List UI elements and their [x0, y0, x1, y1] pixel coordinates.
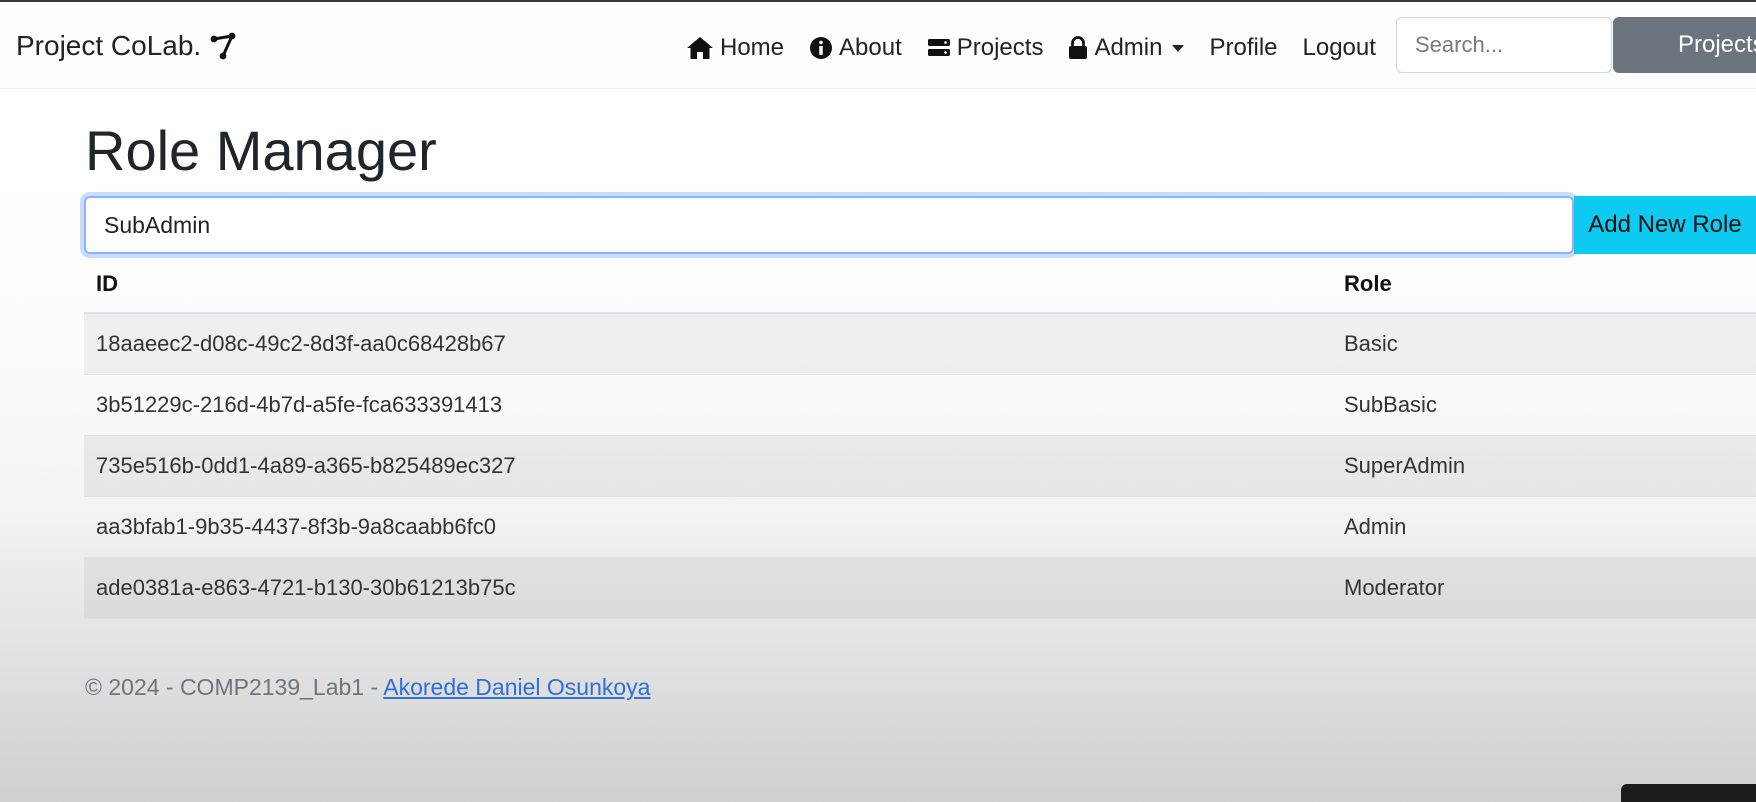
role-name-cell: SubBasic — [1332, 374, 1756, 436]
role-id-cell: ade0381a-e863-4721-b130-30b61213b75c — [84, 557, 1332, 619]
nav-item-admin-label: Admin — [1094, 34, 1163, 61]
table-row: aa3bfab1-9b35-4437-8f3b-9a8caabb6fc0 Adm… — [84, 496, 1756, 558]
nav-item-about[interactable]: About — [809, 34, 902, 62]
nav-item-logout[interactable]: Logout — [1303, 34, 1376, 62]
footer-divider — [0, 666, 1756, 667]
nav-item-about-label: About — [839, 34, 902, 61]
search-input[interactable] — [1396, 17, 1612, 73]
page-title: Role Manager — [85, 119, 437, 182]
role-id-cell: aa3bfab1-9b35-4437-8f3b-9a8caabb6fc0 — [84, 496, 1332, 558]
table-row: 3b51229c-216d-4b7d-a5fe-fca633391413 Sub… — [84, 374, 1756, 436]
role-name-cell: Moderator — [1332, 557, 1756, 619]
role-name-input[interactable] — [84, 196, 1574, 254]
author-link[interactable]: Akorede Daniel Osunkoya — [383, 674, 650, 700]
share-icon — [210, 32, 236, 60]
column-header-role: Role — [1332, 255, 1756, 314]
projects-search-button-label: Projects — [1678, 31, 1756, 58]
role-id-cell: 3b51229c-216d-4b7d-a5fe-fca633391413 — [84, 374, 1332, 436]
add-new-role-label: Add New Role — [1588, 211, 1742, 238]
lock-icon — [1069, 36, 1088, 59]
role-name-cell: Basic — [1332, 313, 1756, 375]
role-name-cell: SuperAdmin — [1332, 435, 1756, 497]
roles-table: ID Role 18aaeec2-d08c-49c2-8d3f-aa0c6842… — [84, 255, 1756, 619]
nav-menu: Home About Projects Admin Profile Logout — [686, 30, 1401, 66]
footer: © 2024 - COMP2139_Lab1 - Akorede Daniel … — [85, 674, 650, 701]
brand-link[interactable]: Project CoLab. — [16, 30, 237, 62]
navbar: Project CoLab. Home About Projects Admin… — [0, 2, 1756, 89]
brand-label: Project CoLab. — [16, 30, 202, 61]
nav-item-home-label: Home — [720, 34, 785, 61]
table-row: ade0381a-e863-4721-b130-30b61213b75c Mod… — [84, 557, 1756, 619]
role-id-cell: 735e516b-0dd1-4a89-a365-b825489ec327 — [84, 435, 1332, 497]
info-icon — [810, 37, 833, 59]
add-new-role-button[interactable]: Add New Role — [1574, 196, 1756, 254]
nav-item-logout-label: Logout — [1302, 34, 1376, 61]
role-id-cell: 18aaeec2-d08c-49c2-8d3f-aa0c68428b67 — [84, 313, 1332, 375]
footer-copyright: © 2024 - COMP2139_Lab1 - — [85, 674, 384, 700]
role-name-cell: Admin — [1332, 496, 1756, 558]
server-icon — [927, 39, 950, 56]
home-icon — [687, 37, 713, 59]
nav-item-projects-label: Projects — [956, 34, 1044, 61]
table-header-row: ID Role — [84, 255, 1756, 314]
nav-item-home[interactable]: Home — [686, 34, 784, 62]
table-row: 735e516b-0dd1-4a89-a365-b825489ec327 Sup… — [84, 435, 1756, 497]
nav-item-profile[interactable]: Profile — [1209, 34, 1277, 62]
overlay-popup-edge — [1621, 784, 1756, 802]
column-header-id: ID — [84, 255, 1332, 314]
nav-item-projects[interactable]: Projects — [927, 34, 1044, 62]
caret-down-icon — [1172, 44, 1185, 52]
nav-item-admin-dropdown[interactable]: Admin — [1068, 34, 1185, 62]
table-row: 18aaeec2-d08c-49c2-8d3f-aa0c68428b67 Bas… — [84, 313, 1756, 375]
projects-search-button[interactable]: Projects — [1613, 17, 1756, 73]
nav-item-profile-label: Profile — [1209, 34, 1278, 61]
